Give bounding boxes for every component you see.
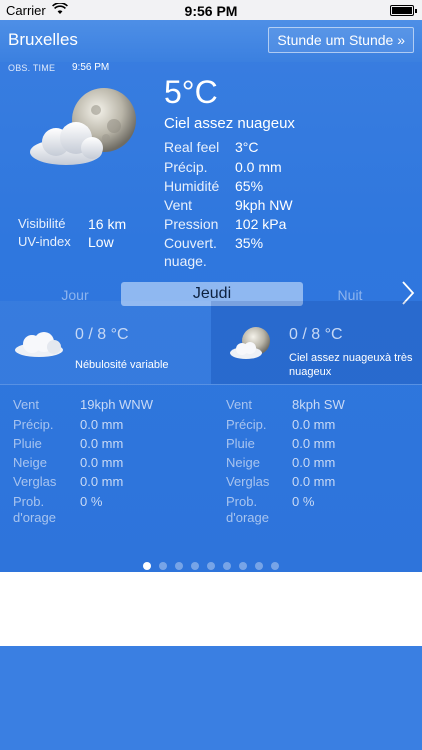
weather-panel: Bruxelles Stunde um Stunde » OBS. TIME 9…: [0, 20, 422, 572]
page-dot[interactable]: [255, 562, 263, 570]
white-band: [0, 572, 422, 646]
visibility-label: Visibilité: [18, 216, 66, 231]
detail-label: Précip.: [164, 159, 208, 175]
page-dot[interactable]: [207, 562, 215, 570]
hourly-button[interactable]: Stunde um Stunde »: [268, 27, 414, 53]
detail-value: 0.0 mm: [235, 159, 282, 175]
night-detail-value: 0.0 mm: [292, 417, 336, 432]
detail-label: Vent: [164, 197, 193, 213]
day-detail-label: Neige: [13, 455, 47, 470]
current-condition: Ciel assez nuageux: [164, 115, 295, 132]
night-detail-label: Pluie: [226, 436, 255, 451]
day-detail-value: 0.0 mm: [80, 436, 124, 451]
page-dot[interactable]: [143, 562, 151, 570]
day-detail-label: Prob.: [13, 494, 45, 509]
uv-index-value: Low: [88, 234, 114, 250]
moon-cloud-icon: [30, 88, 136, 165]
page-dot[interactable]: [191, 562, 199, 570]
night-detail-value: 0 %: [292, 494, 315, 509]
day-detail-label: Vent: [13, 397, 40, 412]
detail-value: 35%: [235, 235, 264, 251]
visibility-value: 16 km: [88, 216, 127, 232]
day-forecast-temperature: 0 / 8 °C: [75, 326, 129, 343]
obs-time-label: OBS. TIME: [8, 63, 56, 73]
battery-icon: [390, 5, 417, 16]
page-dot[interactable]: [271, 562, 279, 570]
day-forecast-description: Nébulosité variable: [75, 359, 169, 371]
page-indicator[interactable]: [0, 557, 422, 570]
detail-label: Humidité: [164, 178, 220, 194]
detail-value: 9kph NW: [235, 197, 293, 213]
night-detail-label: Prob.: [226, 494, 258, 509]
day-detail-value: 19kph WNW: [80, 397, 153, 412]
day-detail-label: Verglas: [13, 474, 57, 489]
detail-label: Couvert.: [164, 235, 217, 251]
night-detail-value: 0.0 mm: [292, 474, 336, 489]
night-detail-label: Précip.: [226, 417, 267, 432]
day-detail-value: 0.0 mm: [80, 455, 124, 470]
uv-index-label: UV-index: [18, 234, 71, 249]
night-detail-label: Vent: [226, 397, 253, 412]
detail-value: 3°C: [235, 139, 259, 155]
page-dot[interactable]: [223, 562, 231, 570]
night-forecast-temperature: 0 / 8 °C: [289, 326, 343, 343]
clock: 9:56 PM: [184, 3, 238, 19]
day-detail-value: 0.0 mm: [80, 417, 124, 432]
moon-cloud-icon: [230, 327, 270, 359]
night-detail-label: d'orage: [226, 510, 269, 525]
night-detail-value: 0.0 mm: [292, 436, 336, 451]
cloud-icon: [15, 332, 63, 357]
detail-label: Pression: [164, 216, 219, 232]
day-detail-value: 0 %: [80, 494, 103, 509]
detail-value: 65%: [235, 178, 264, 194]
day-detail-label: Pluie: [13, 436, 42, 451]
app-screen: Carrier 9:56 PM Bruxelles Stunde um Stun…: [0, 0, 422, 750]
divider: [0, 384, 422, 385]
night-detail-value: 0.0 mm: [292, 455, 336, 470]
night-detail-label: Neige: [226, 455, 260, 470]
header: Bruxelles Stunde um Stunde »: [0, 20, 422, 62]
page-dot[interactable]: [159, 562, 167, 570]
day-detail-label: d'orage: [13, 510, 56, 525]
night-forecast-description-2: nuageux: [289, 366, 332, 378]
page-dot[interactable]: [175, 562, 183, 570]
detail-label: Real feel: [164, 139, 220, 155]
current-temperature: 5°C: [164, 74, 218, 110]
day-detail-value: 0.0 mm: [80, 474, 124, 489]
city-name: Bruxelles: [8, 30, 78, 49]
detail-label: nuage.: [164, 253, 207, 269]
night-forecast-description-1: Ciel assez nuageuxà très: [289, 352, 413, 364]
status-bar: Carrier 9:56 PM: [0, 0, 422, 20]
detail-value: 102 kPa: [235, 216, 287, 232]
night-detail-value: 8kph SW: [292, 397, 345, 412]
night-detail-label: Verglas: [226, 474, 270, 489]
day-detail-label: Précip.: [13, 417, 54, 432]
page-dot[interactable]: [239, 562, 247, 570]
obs-time-value: 9:56 PM: [72, 62, 110, 73]
bottom-panel: [0, 646, 422, 750]
